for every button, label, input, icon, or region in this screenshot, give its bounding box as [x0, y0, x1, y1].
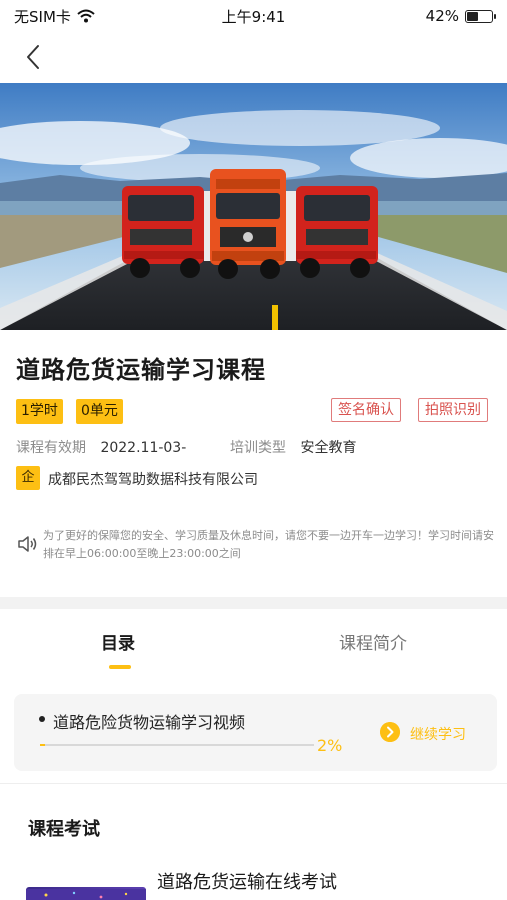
exam-thumbnail-art — [26, 889, 146, 900]
course-title: 道路危货运输学习课程 — [16, 356, 266, 384]
course-banner-image — [0, 83, 507, 330]
battery-percent: 42% — [425, 7, 459, 25]
training-type-label: 培训类型 — [230, 440, 286, 456]
study-notice: 为了更好的保障您的安全、学习质量及休息时间，请您不要一边开车一边学习！学习时间请… — [43, 529, 494, 560]
lesson-card[interactable]: 道路危险货物运输学习视频 2% 继续学习 — [14, 694, 497, 771]
bullet-dot — [39, 716, 45, 722]
clock: 上午9:41 — [221, 7, 286, 26]
tab-intro[interactable]: 课程简介 — [339, 629, 407, 654]
photo-verify-button[interactable]: 拍照识别 — [418, 398, 488, 422]
progress-fill — [40, 744, 46, 746]
validity-row: 课程有效期 2022.11-03- — [16, 437, 186, 457]
exam-title[interactable]: 道路危货运输在线考试 — [157, 868, 337, 894]
lesson-title: 道路危险货物运输学习视频 — [53, 713, 246, 732]
course-tabs: 目录 课程简介 — [0, 609, 507, 679]
section-divider — [0, 597, 507, 609]
status-left: 无SIM卡 — [14, 6, 95, 27]
active-tab-indicator — [109, 665, 131, 669]
progress-percent: 2% — [317, 736, 343, 755]
truck-center — [210, 169, 286, 279]
exam-heading: 课程考试 — [28, 819, 100, 840]
chevron-right-circle-icon — [380, 722, 400, 742]
continue-study-button[interactable]: 继续学习 — [410, 724, 466, 744]
chevron-left-icon — [27, 45, 39, 69]
validity-value: 2022.11-03- — [100, 440, 187, 456]
status-bar: 无SIM卡 上午9:41 42% — [0, 0, 507, 32]
divider — [0, 783, 507, 784]
status-right: 42% — [425, 7, 496, 25]
tab-catalog[interactable]: 目录 — [101, 629, 135, 654]
sign-confirm-button[interactable]: 签名确认 — [331, 398, 401, 422]
hours-tag: 1学时 — [16, 399, 63, 424]
speaker-icon — [18, 536, 37, 552]
nav-bar — [0, 32, 507, 82]
exam-thumbnail[interactable] — [26, 887, 146, 900]
progress-bar — [40, 744, 314, 746]
battery-level — [467, 11, 478, 21]
back-button[interactable] — [18, 42, 48, 72]
company-badge: 企 — [16, 466, 40, 490]
battery-icon — [465, 9, 496, 23]
company-name: 成都民杰驾驾助数据科技有限公司 — [48, 472, 258, 488]
training-type-value: 安全教育 — [300, 440, 357, 456]
training-type-row: 培训类型 安全教育 — [230, 437, 356, 457]
wifi-icon — [77, 9, 95, 23]
trucks-illustration — [0, 83, 507, 330]
carrier-text: 无SIM卡 — [14, 7, 71, 26]
validity-label: 课程有效期 — [16, 440, 86, 456]
units-tag: 0单元 — [76, 399, 123, 424]
